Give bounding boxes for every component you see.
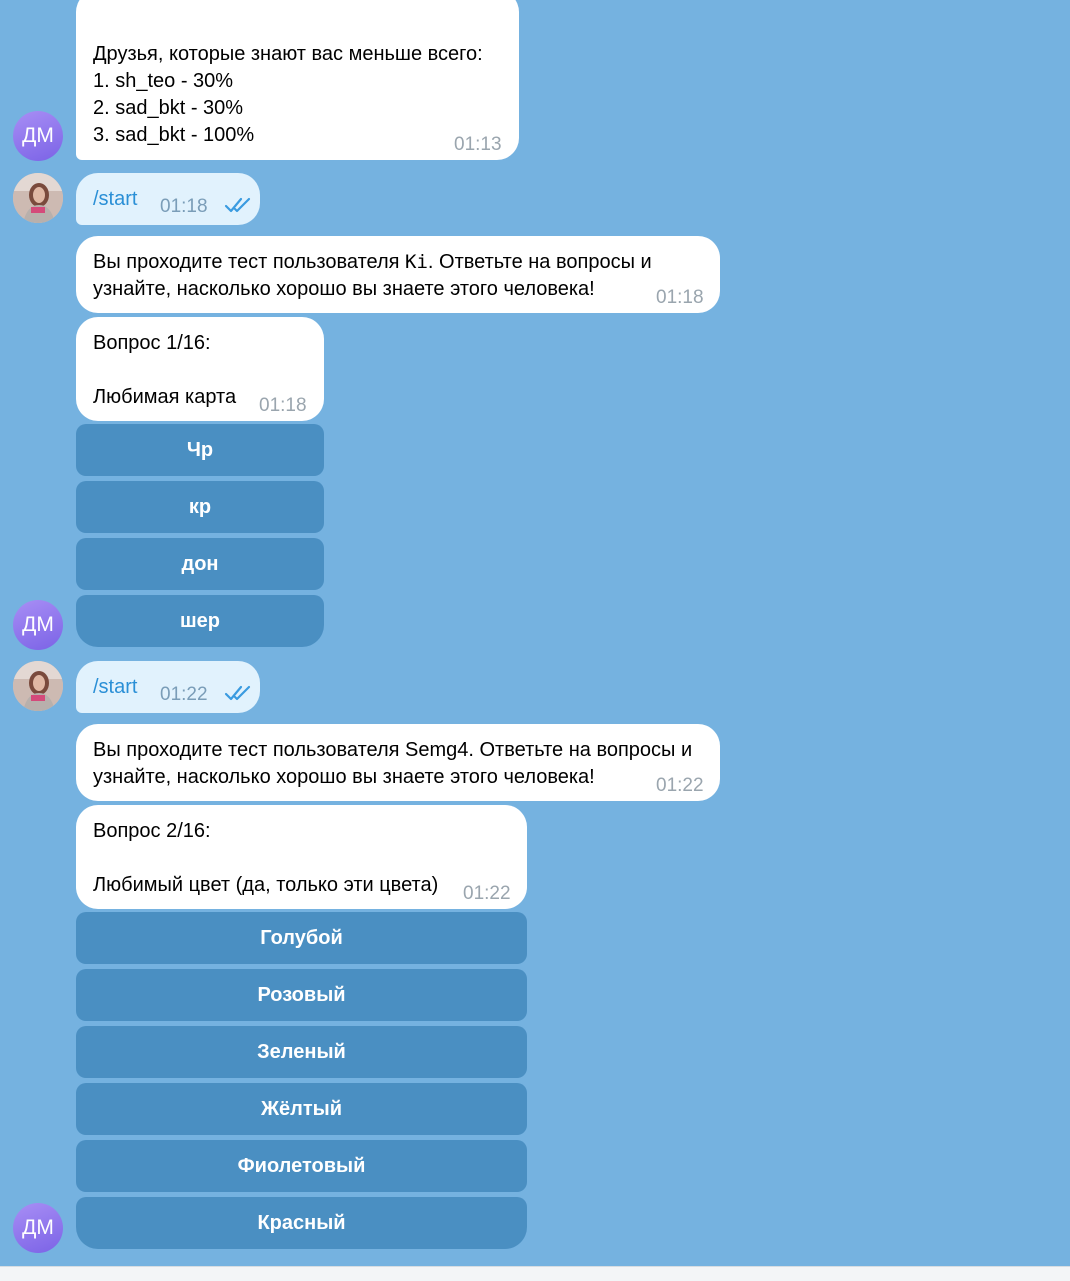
answer-button[interactable]: Жёлтый: [76, 1083, 527, 1135]
bot-avatar[interactable]: ДМ: [13, 111, 63, 161]
intro-line-1: Вы проходите тест пользователя Semg4. От…: [93, 739, 693, 761]
double-check-icon: [224, 685, 251, 701]
answer-button[interactable]: Красный: [76, 1197, 527, 1249]
bot-avatar[interactable]: ДМ: [13, 1203, 63, 1253]
answer-button[interactable]: Голубой: [76, 912, 527, 964]
user-avatar[interactable]: [13, 173, 63, 223]
answer-button[interactable]: Фиолетовый: [76, 1140, 527, 1192]
answer-button[interactable]: шер: [76, 595, 324, 647]
chat-history: Друзья, которые знают вас меньше всего: …: [0, 0, 1070, 1266]
test-owner-username: Ki: [405, 251, 428, 273]
ranking-line-2: 2. sad_bkt - 30%: [93, 97, 244, 119]
user-photo-icon: [13, 173, 63, 223]
answer-button[interactable]: кр: [76, 481, 324, 533]
start-command-link[interactable]: /start: [93, 674, 137, 701]
answer-button[interactable]: Зеленый: [76, 1026, 527, 1078]
answer-button[interactable]: дон: [76, 538, 324, 590]
user-photo-icon: [13, 661, 63, 711]
message-question-1: Вопрос 1/16: Любимая карта 01:18: [76, 317, 324, 421]
start-command-link[interactable]: /start: [93, 186, 137, 213]
intro-line-2: узнайте, насколько хорошо вы знаете этог…: [93, 766, 595, 788]
message-time: 01:22: [656, 775, 704, 796]
intro-line-1: Вы проходите тест пользователя Ki. Ответ…: [93, 251, 652, 273]
question-number: Вопрос 1/16:: [93, 332, 211, 354]
question-text: Любимая карта: [93, 386, 237, 408]
ranking-line-3: 3. sad_bkt - 100%: [93, 124, 255, 146]
double-check-icon: [224, 197, 251, 213]
intro-line-2: узнайте, насколько хорошо вы знаете этог…: [93, 278, 595, 300]
composer-area-edge: [0, 1266, 1070, 1281]
user-avatar[interactable]: [13, 661, 63, 711]
message-time: 01:22: [160, 684, 208, 705]
message-start-command: /start 01:18: [76, 173, 260, 225]
message-start-command: /start 01:22: [76, 661, 260, 713]
message-time: 01:22: [463, 883, 511, 904]
answer-button[interactable]: Чр: [76, 424, 324, 476]
question-number: Вопрос 2/16:: [93, 820, 211, 842]
message-test-intro: Вы проходите тест пользователя Ki. Ответ…: [76, 236, 720, 313]
message-time: 01:13: [454, 134, 502, 155]
message-time: 01:18: [656, 287, 704, 308]
message-time: 01:18: [259, 395, 307, 416]
message-question-2: Вопрос 2/16: Любимый цвет (да, только эт…: [76, 805, 527, 909]
answer-button[interactable]: Розовый: [76, 969, 527, 1021]
message-test-intro: Вы проходите тест пользователя Semg4. От…: [76, 724, 720, 801]
ranking-line-1: 1. sh_teo - 30%: [93, 70, 234, 92]
message-friends-ranking: Друзья, которые знают вас меньше всего: …: [76, 0, 519, 160]
ranking-title: Друзья, которые знают вас меньше всего:: [93, 43, 483, 65]
question-text: Любимый цвет (да, только эти цвета): [93, 874, 439, 896]
message-time: 01:18: [160, 196, 208, 217]
bot-avatar[interactable]: ДМ: [13, 600, 63, 650]
